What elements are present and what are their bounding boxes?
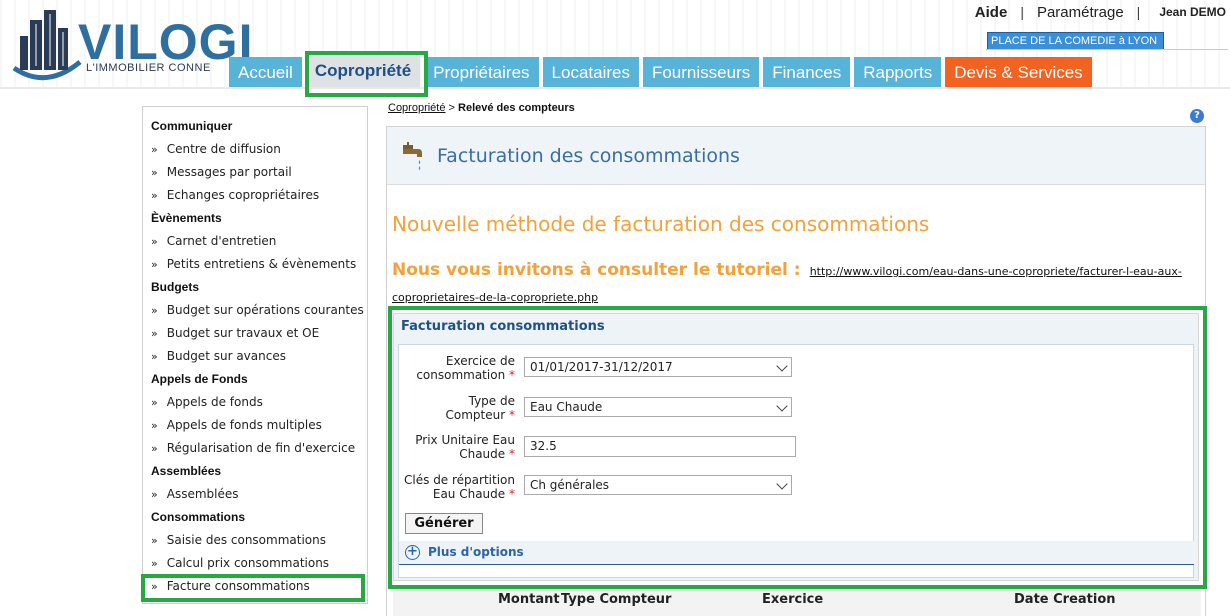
page-title: Facturation des consommations (437, 145, 740, 167)
bullet-icon: » (151, 557, 158, 570)
bullet-icon: » (151, 488, 158, 501)
tutorial-paragraph: Nous vous invitons à consulter le tutori… (392, 258, 1192, 310)
topnav-separator: | (1020, 4, 1024, 20)
bullet-icon: » (151, 534, 158, 547)
residence-selector[interactable]: PLACE DE LA COMEDIE à LYON (987, 32, 1164, 50)
sidebar-item-messages-portail[interactable]: » Messages par portail (143, 161, 367, 184)
bullet-icon: » (151, 235, 158, 248)
facturation-highlight-box (388, 306, 1207, 589)
building-logo-icon (12, 10, 82, 81)
sidebar-item-budget-travaux[interactable]: » Budget sur travaux et OE (143, 322, 367, 345)
sidebar-item-assemblees[interactable]: » Assemblées (143, 483, 367, 506)
sidebar-section-evenements: Èvènements (151, 211, 222, 225)
topnav-separator: | (1136, 4, 1141, 20)
tab-locataires[interactable]: Locataires (542, 57, 639, 88)
tab-proprietaires[interactable]: Propriétaires (424, 57, 539, 88)
sidebar-section-appels-fonds: Appels de Fonds (151, 372, 248, 386)
sidebar-item-appels-fonds-multiples[interactable]: » Appels de fonds multiples (143, 414, 367, 437)
bullet-icon: » (151, 189, 158, 202)
sidebar-item-label: Budget sur travaux et OE (166, 326, 320, 340)
user-name-link[interactable]: Jean DEMO (1159, 5, 1226, 19)
sidebar-item-label: Budget sur opérations courantes (166, 303, 364, 317)
column-header-type-compteur[interactable]: Type Compteur (561, 592, 671, 607)
bullet-icon: » (151, 143, 158, 156)
sidebar-item-label: Appels de fonds multiples (166, 418, 322, 432)
bullet-icon: » (151, 258, 158, 271)
sidebar-item-label: Saisie des consommations (166, 533, 326, 547)
sidebar-selected-highlight-box (141, 574, 365, 602)
header: VILOGI L'IMMOBILIER CONNE Aide | Paramét… (0, 0, 1230, 89)
tutorial-label: Nous vous invitons à consulter le tutori… (392, 260, 801, 280)
breadcrumb-link-copropriete[interactable]: Copropriété (388, 102, 445, 114)
residence-underline (986, 49, 1228, 50)
bullet-icon: » (151, 350, 158, 363)
sidebar-item-label: Petits entretiens & évènements (166, 257, 357, 271)
sidebar-item-label: Appels de fonds (166, 395, 263, 409)
sidebar-item-carnet-entretien[interactable]: » Carnet d'entretien (143, 230, 367, 253)
bullet-icon: » (151, 166, 158, 179)
column-header-montant[interactable]: Montant (498, 592, 560, 607)
sidebar-item-appels-fonds[interactable]: » Appels de fonds (143, 391, 367, 414)
sidebar-section-assemblees: Assemblées (151, 464, 222, 478)
sidebar-item-label: Calcul prix consommations (166, 556, 330, 570)
results-table-header: Montant Type Compteur Exercice Date Crea… (393, 590, 1201, 616)
tab-devis-services[interactable]: Devis & Services (945, 57, 1092, 88)
sidebar-item-label: Messages par portail (166, 165, 292, 179)
logo-tagline: L'IMMOBILIER CONNE (86, 62, 211, 74)
column-header-date-creation[interactable]: Date Creation (1014, 592, 1116, 607)
aide-link[interactable]: Aide (975, 4, 1008, 21)
sidebar-item-saisie-consommations[interactable]: » Saisie des consommations (143, 529, 367, 552)
sidebar-item-calcul-prix[interactable]: » Calcul prix consommations (143, 552, 367, 575)
tab-rapports[interactable]: Rapports (854, 57, 942, 88)
tab-fournisseurs[interactable]: Fournisseurs (642, 57, 760, 88)
sidebar-section-communiquer: Communiquer (151, 119, 233, 133)
bullet-icon: » (151, 442, 158, 455)
sidebar-item-centre-diffusion[interactable]: » Centre de diffusion (143, 138, 367, 161)
sidebar-item-label: Budget sur avances (166, 349, 286, 363)
sidebar-item-budget-avances[interactable]: » Budget sur avances (143, 345, 367, 368)
sidebar-item-budget-courantes[interactable]: » Budget sur opérations courantes (143, 299, 367, 322)
sidebar-item-label: Echanges copropriétaires (166, 188, 320, 202)
page-header: Facturation des consommations (387, 127, 1205, 185)
sidebar-item-regularisation[interactable]: » Régularisation de fin d'exercice (143, 437, 367, 460)
bullet-icon: » (151, 419, 158, 432)
breadcrumb: Copropriété > Relevé des compteurs (388, 102, 575, 114)
sidebar-section-consommations: Consommations (151, 510, 246, 524)
bullet-icon: » (151, 304, 158, 317)
sidebar-section-budgets: Budgets (151, 280, 199, 294)
sidebar-item-label: Régularisation de fin d'exercice (166, 441, 356, 455)
breadcrumb-separator: > (445, 102, 459, 114)
tab-accueil[interactable]: Accueil (229, 57, 302, 88)
sidebar-item-label: Assemblées (166, 487, 239, 501)
faucet-icon (403, 142, 422, 170)
breadcrumb-current: Relevé des compteurs (458, 102, 575, 114)
active-tab-highlight-box (305, 51, 428, 97)
top-navigation: Aide | Paramétrage | Jean DEMO (975, 2, 1226, 22)
method-heading: Nouvelle méthode de facturation des cons… (392, 212, 930, 236)
sidebar-item-petits-entretiens[interactable]: » Petits entretiens & évènements (143, 253, 367, 276)
column-header-exercice[interactable]: Exercice (762, 592, 823, 607)
sidebar-item-label: Carnet d'entretien (166, 234, 277, 248)
bullet-icon: » (151, 396, 158, 409)
sidebar-item-echanges[interactable]: » Echanges copropriétaires (143, 184, 367, 207)
vilogi-logo[interactable]: VILOGI L'IMMOBILIER CONNE (6, 6, 261, 86)
bullet-icon: » (151, 327, 158, 340)
parametrage-link[interactable]: Paramétrage (1037, 4, 1124, 21)
sidebar: Communiquer » Centre de diffusion » Messag… (142, 106, 368, 604)
tab-finances[interactable]: Finances (763, 57, 851, 88)
help-icon[interactable]: ? (1190, 109, 1204, 123)
sidebar-item-label: Centre de diffusion (166, 142, 281, 156)
header-divider (0, 87, 1230, 89)
